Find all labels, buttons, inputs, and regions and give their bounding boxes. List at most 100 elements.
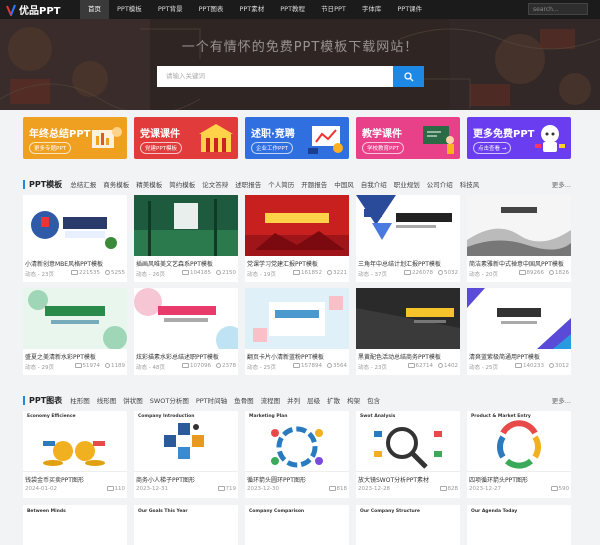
card-thumbnail[interactable]: Company Introduction <box>134 411 238 472</box>
card-thumbnail[interactable]: Marketing Plan <box>245 411 349 472</box>
banner-tag-button[interactable]: 党建PPT模板 <box>140 142 182 154</box>
card-title[interactable]: 三角年中总结计划汇报PPT模板 <box>356 256 460 268</box>
nav-item[interactable]: PPT教程 <box>272 0 313 19</box>
section-tag[interactable]: 层级 <box>307 395 320 405</box>
card-thumbnail[interactable] <box>467 195 571 256</box>
section-tag[interactable]: 并列 <box>287 395 300 405</box>
section-tag[interactable]: 自我介绍 <box>361 179 387 189</box>
chart-card[interactable]: Our Company Structure <box>356 505 460 545</box>
section-tag[interactable]: 鱼骨图 <box>234 395 254 405</box>
card-title[interactable]: 四项循环箭头PPT图形 <box>467 472 571 484</box>
hero-search-button[interactable] <box>393 66 424 87</box>
nav-item[interactable]: 首页 <box>80 0 109 19</box>
nav-item[interactable]: PPT背景 <box>150 0 191 19</box>
card-thumbnail[interactable]: Product & Market Entry <box>467 411 571 472</box>
chart-card[interactable]: Marketing Plan 循环箭头圆环PPT图形 2023-12-30 818 <box>245 411 349 498</box>
section-tag[interactable]: 论文答辩 <box>202 179 228 189</box>
chart-card[interactable]: Our Goals This Year <box>134 505 238 545</box>
section-tag[interactable]: 流程图 <box>261 395 281 405</box>
section-tag[interactable]: 扩散 <box>327 395 340 405</box>
section-tag[interactable]: 职业规划 <box>394 179 420 189</box>
chart-card[interactable]: Company Comparison <box>245 505 349 545</box>
card-title[interactable]: 循环箭头圆环PPT图形 <box>245 472 349 484</box>
section-tag[interactable]: 总结汇报 <box>70 179 96 189</box>
promo-banner[interactable]: 年终总结PPT 更多专题PPT <box>23 117 127 159</box>
card-thumbnail[interactable] <box>134 195 238 256</box>
section-tag[interactable]: 简约模板 <box>169 179 195 189</box>
card-title[interactable]: 商务小人梯子PPT图形 <box>134 472 238 484</box>
card-title[interactable]: 党课学习党建汇报PPT模板 <box>245 256 349 268</box>
nav-item[interactable]: PPT图表 <box>191 0 232 19</box>
chart-card[interactable]: Product & Market Entry 四项循环箭头PPT图形 2023-12… <box>467 411 571 498</box>
card-title[interactable]: 清爽蓝紫极简通用PPT模板 <box>467 349 571 361</box>
section-tag[interactable]: 公司介绍 <box>427 179 453 189</box>
section-tag[interactable]: PPT时间轴 <box>196 395 227 405</box>
section-tag[interactable]: 个人简历 <box>268 179 294 189</box>
card-title[interactable]: 钱袋金币买卖PPT图形 <box>23 472 127 484</box>
section-tag[interactable]: 包含 <box>367 395 380 405</box>
nav-item[interactable]: 字体库 <box>354 0 390 19</box>
card-thumbnail[interactable] <box>134 288 238 349</box>
card-thumbnail[interactable] <box>245 288 349 349</box>
template-card[interactable]: 小清新创意MBE风格PPT模板 动态 - 23页 221535 5255 <box>23 195 127 282</box>
card-title[interactable]: 炫彩描素水彩总结述职PPT模板 <box>134 349 238 361</box>
section-tag[interactable]: 开题报告 <box>301 179 327 189</box>
section-tag[interactable]: 线形图 <box>97 395 117 405</box>
template-card[interactable]: 党课学习党建汇报PPT模板 动态 - 19页 161852 3221 <box>245 195 349 282</box>
section-tag[interactable]: SWOT分析图 <box>150 395 189 405</box>
promo-banner[interactable]: 党课课件 党建PPT模板 <box>134 117 238 159</box>
section-tag[interactable]: 商务模板 <box>103 179 129 189</box>
section-tag[interactable]: 述职报告 <box>235 179 261 189</box>
card-title[interactable]: 放大镜SWOT分析PPT素材 <box>356 472 460 484</box>
card-thumbnail[interactable] <box>23 288 127 349</box>
chart-card[interactable]: Company Introduction 商务小人梯子PPT图形 2023-12-3… <box>134 411 238 498</box>
card-title[interactable]: 小清新创意MBE风格PPT模板 <box>23 256 127 268</box>
template-card[interactable]: 插画风唯美文艺森系PPT模板 动态 - 26页 104185 2150 <box>134 195 238 282</box>
section-title[interactable]: PPT模板 <box>29 179 62 190</box>
section-tag[interactable]: 构架 <box>347 395 360 405</box>
banner-tag-button[interactable]: 更多专题PPT <box>29 142 71 154</box>
card-thumbnail[interactable] <box>467 288 571 349</box>
template-card[interactable]: 黑黄配色活动总结商务PPT模板 动态 - 23页 62714 1402 <box>356 288 460 375</box>
nav-item[interactable]: 节日PPT <box>313 0 354 19</box>
more-link[interactable]: 更多... <box>552 179 571 189</box>
template-card[interactable]: 炫彩描素水彩总结述职PPT模板 动态 - 48页 107096 2378 <box>134 288 238 375</box>
card-title[interactable]: 插画风唯美文艺森系PPT模板 <box>134 256 238 268</box>
card-thumbnail[interactable]: Economy Efficience <box>23 411 127 472</box>
section-tag[interactable]: 科技风 <box>460 179 480 189</box>
banner-tag-button[interactable]: 学校教育PPT <box>362 142 404 154</box>
banner-tag-button[interactable]: 企业工作PPT <box>251 142 293 154</box>
template-card[interactable]: 清爽蓝紫极简通用PPT模板 动态 - 25页 140233 3012 <box>467 288 571 375</box>
template-card[interactable]: 三角年中总结计划汇报PPT模板 动态 - 37页 226078 5032 <box>356 195 460 282</box>
chart-card[interactable]: Swot Analysis 放大镜SWOT分析PPT素材 2023-12-28 828 <box>356 411 460 498</box>
card-thumbnail[interactable]: Swot Analysis <box>356 411 460 472</box>
card-thumbnail[interactable] <box>23 195 127 256</box>
section-tag[interactable]: 柱形图 <box>70 395 90 405</box>
section-tag[interactable]: 中国风 <box>334 179 354 189</box>
site-logo[interactable]: 优品PPT <box>0 2 80 17</box>
card-title[interactable]: 翻页卡片小清新蓝粉PPT模板 <box>245 349 349 361</box>
card-thumbnail[interactable] <box>245 195 349 256</box>
card-title[interactable]: 黑黄配色活动总结商务PPT模板 <box>356 349 460 361</box>
chart-card[interactable]: Between Minds <box>23 505 127 545</box>
card-thumbnail[interactable] <box>356 195 460 256</box>
banner-tag-button[interactable]: 点击查看 → <box>473 142 512 154</box>
hero-search-input[interactable]: 请输入关键词 <box>157 66 393 87</box>
chart-card[interactable]: Our Agenda Today <box>467 505 571 545</box>
card-title[interactable]: 盛夏之美清新水彩PPT模板 <box>23 349 127 361</box>
template-card[interactable]: 盛夏之美清新水彩PPT模板 动态 - 29页 51974 1189 <box>23 288 127 375</box>
template-card[interactable]: 翻页卡片小清新蓝粉PPT模板 动态 - 25页 157894 3564 <box>245 288 349 375</box>
promo-banner[interactable]: 述职·竞聘 企业工作PPT <box>245 117 349 159</box>
template-card[interactable]: 简洁素雅新中式禅意中国风PPT模板 动态 - 20页 89266 1826 <box>467 195 571 282</box>
nav-item[interactable]: PPT课件 <box>389 0 430 19</box>
section-title[interactable]: PPT图表 <box>29 395 62 406</box>
card-thumbnail[interactable] <box>356 288 460 349</box>
nav-item[interactable]: PPT素材 <box>231 0 272 19</box>
section-tag[interactable]: 饼状图 <box>123 395 143 405</box>
promo-banner[interactable]: 教学课件 学校教育PPT <box>356 117 460 159</box>
more-link[interactable]: 更多... <box>552 395 571 405</box>
card-title[interactable]: 简洁素雅新中式禅意中国风PPT模板 <box>467 256 571 268</box>
promo-banner[interactable]: 更多免费PPT 点击查看 → <box>467 117 571 159</box>
section-tag[interactable]: 精美模板 <box>136 179 162 189</box>
nav-search-input[interactable]: search... <box>528 3 588 15</box>
